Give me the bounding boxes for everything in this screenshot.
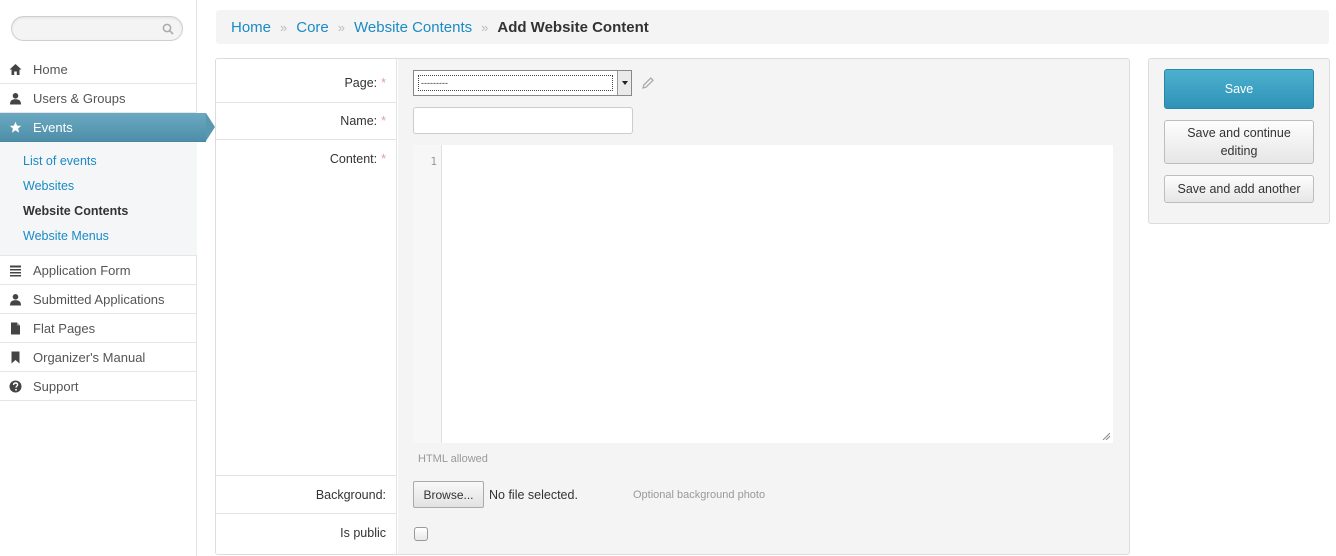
name-label: Name: * [340,114,386,128]
nav-item-submitted-applications[interactable]: Submitted Applications [0,285,197,314]
search-input[interactable] [22,17,162,40]
pencil-icon[interactable] [641,76,655,90]
nav-item-label: Submitted Applications [33,291,165,307]
nav-item-label: Support [33,378,79,394]
breadcrumb-separator: » [280,19,288,35]
events-subnav: List of events Websites Website Contents… [0,142,197,256]
row-divider [216,513,397,514]
subnav-item-websites[interactable]: Websites [0,174,197,199]
page-select-value: --------- [418,75,613,91]
breadcrumb-core[interactable]: Core [296,19,329,36]
content-label: Content: * [329,152,386,166]
document-icon [11,322,20,335]
nav-item-label: Users & Groups [33,90,126,106]
line-number: 1 [430,155,437,168]
nav-item-users-groups[interactable]: Users & Groups [0,84,197,113]
help-icon [9,380,22,393]
required-marker: * [381,114,386,128]
submit-panel: Save Save and continue editing Save and … [1148,58,1330,224]
row-divider [216,475,397,476]
user-icon [10,294,21,306]
nav-item-organizers-manual[interactable]: Organizer's Manual [0,343,197,372]
subnav-item-website-menus[interactable]: Website Menus [0,224,197,249]
is-public-checkbox[interactable] [414,527,428,541]
is-public-label: Is public [340,526,386,540]
content-help-text: HTML allowed [418,453,488,465]
nav-item-flat-pages[interactable]: Flat Pages [0,314,197,343]
label-column: Page: * Name: * Content: * Background: Is p… [216,59,397,554]
search-box [11,16,183,41]
chevron-down-icon[interactable] [617,71,631,95]
save-add-another-button[interactable]: Save and add another [1164,175,1314,203]
star-icon [9,121,22,133]
breadcrumb-home[interactable]: Home [231,19,271,36]
nav-item-label: Events [33,119,73,135]
page-title: Add Website Content [497,18,649,36]
save-continue-button[interactable]: Save and continue editing [1164,120,1314,164]
nav-item-events[interactable]: Events [0,113,215,142]
nav-item-application-form[interactable]: Application Form [0,256,197,285]
sidebar: Home Users & Groups Events List of event… [0,0,215,556]
field-column: --------- 1 HTML allowed Browse... No fi… [398,59,1129,554]
subnav-item-website-contents[interactable]: Website Contents [0,199,197,224]
nav-item-label: Organizer's Manual [33,349,146,365]
breadcrumb-separator: » [481,19,489,35]
nav-item-label: Home [33,61,68,77]
main-nav: Home Users & Groups Events List of event… [0,55,215,401]
required-marker: * [381,76,386,90]
nav-item-label: Application Form [33,262,131,278]
content-form: Page: * Name: * Content: * Background: Is p… [215,58,1130,555]
no-file-text: No file selected. [489,488,578,502]
content-editor[interactable]: 1 [413,145,1113,443]
breadcrumb: Home » Core » Website Contents » Add Web… [216,10,1329,44]
background-help-text: Optional background photo [633,489,766,501]
page-select[interactable]: --------- [413,70,632,96]
save-button[interactable]: Save [1164,69,1314,109]
subnav-item-list-of-events[interactable]: List of events [0,149,197,174]
browse-button[interactable]: Browse... [413,481,484,508]
page-label: Page: * [344,76,386,90]
row-divider [216,139,397,140]
nav-item-home[interactable]: Home [0,55,197,84]
breadcrumb-website-contents[interactable]: Website Contents [354,19,472,36]
nav-item-label: Flat Pages [33,320,96,336]
list-icon [10,265,21,277]
home-icon [9,64,22,75]
search-icon[interactable] [162,23,174,35]
name-input[interactable] [413,107,633,134]
breadcrumb-separator: » [337,19,345,35]
user-icon [10,93,21,105]
nav-item-support[interactable]: Support [0,372,197,401]
resize-grip-icon[interactable] [1102,432,1110,440]
row-divider [216,102,397,103]
background-label: Background: [315,488,386,502]
line-number-gutter: 1 [413,145,442,443]
required-marker: * [381,152,386,166]
bookmark-icon [11,351,20,364]
